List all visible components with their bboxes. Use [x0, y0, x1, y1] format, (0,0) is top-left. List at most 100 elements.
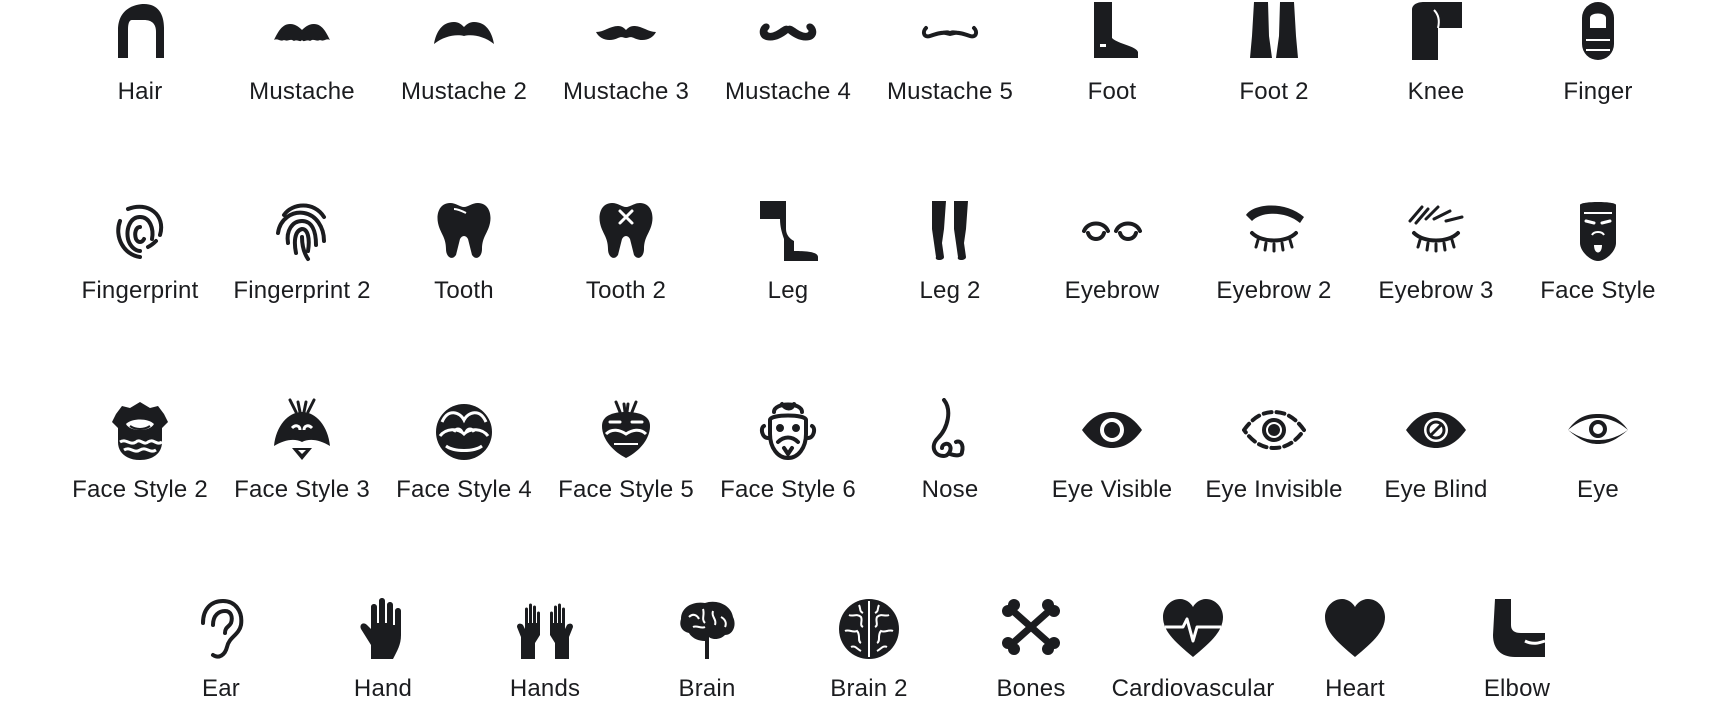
- icon-label: Foot 2: [1239, 78, 1309, 105]
- icon-tile[interactable]: Mustache 3: [546, 0, 706, 120]
- icon-label: Face Style: [1540, 277, 1656, 304]
- leg-icon: [756, 199, 820, 263]
- icon-tile[interactable]: Foot: [1032, 0, 1192, 120]
- icon-label: Eye Invisible: [1205, 476, 1343, 503]
- icon-tile[interactable]: Brain: [627, 597, 787, 717]
- icon-tile[interactable]: Mustache: [222, 0, 382, 120]
- elbow-icon: [1485, 597, 1549, 661]
- icon-row: Ear Hand Hands Brain Brain 2 Bones Cardi…: [0, 597, 1736, 717]
- mustache-3-icon: [594, 0, 658, 64]
- icon-label: Nose: [921, 476, 979, 503]
- brain-2-icon: [837, 597, 901, 661]
- icon-tile[interactable]: Eyebrow 2: [1194, 199, 1354, 319]
- icon-label: Mustache 5: [886, 78, 1014, 105]
- icon-label: Face Style 3: [234, 476, 370, 503]
- icon-tile[interactable]: Eyebrow: [1032, 199, 1192, 319]
- icon-label: Eye: [1577, 476, 1619, 503]
- icon-tile[interactable]: Face Style 2: [60, 398, 220, 518]
- icon-tile[interactable]: Leg 2: [870, 199, 1030, 319]
- hand-icon: [351, 597, 415, 661]
- cardiovascular-icon: [1161, 597, 1225, 661]
- icon-label: Brain: [678, 675, 736, 702]
- mustache-4-icon: [756, 0, 820, 64]
- icon-label: Hands: [509, 675, 581, 702]
- icon-tile[interactable]: Mustache 4: [708, 0, 868, 120]
- foot-2-icon: [1242, 0, 1306, 64]
- face-style-4-icon: [432, 398, 496, 462]
- icon-tile[interactable]: Heart: [1275, 597, 1435, 717]
- fingerprint-2-icon: [270, 199, 334, 263]
- icon-tile[interactable]: Leg: [708, 199, 868, 319]
- hands-icon: [513, 597, 577, 661]
- icon-label: Mustache 2: [400, 78, 528, 105]
- icon-tile[interactable]: Tooth: [384, 199, 544, 319]
- icon-label: Eyebrow: [1064, 277, 1160, 304]
- icon-label: Cardiovascular: [1111, 675, 1275, 702]
- icon-tile[interactable]: Nose: [870, 398, 1030, 518]
- eye-blind-icon: [1404, 398, 1468, 462]
- icon-tile[interactable]: Hands: [465, 597, 625, 717]
- leg-2-icon: [918, 199, 982, 263]
- icon-tile[interactable]: Face Style 6: [708, 398, 868, 518]
- icon-tile[interactable]: Knee: [1356, 0, 1516, 120]
- icon-tile[interactable]: Eye Invisible: [1194, 398, 1354, 518]
- eyebrow-icon: [1080, 199, 1144, 263]
- hair-icon: [108, 0, 172, 64]
- icon-label: Knee: [1407, 78, 1465, 105]
- icon-label: Eye Blind: [1384, 476, 1488, 503]
- heart-icon: [1323, 597, 1387, 661]
- bones-icon: [999, 597, 1063, 661]
- icon-tile[interactable]: Fingerprint 2: [222, 199, 382, 319]
- icon-tile[interactable]: Eye Visible: [1032, 398, 1192, 518]
- icon-tile[interactable]: Finger: [1518, 0, 1678, 120]
- icon-label: Face Style 4: [396, 476, 532, 503]
- mustache-2-icon: [432, 0, 496, 64]
- icon-tile[interactable]: Eyebrow 3: [1356, 199, 1516, 319]
- face-style-5-icon: [594, 398, 658, 462]
- icon-tile[interactable]: Face Style 3: [222, 398, 382, 518]
- eye-invisible-icon: [1242, 398, 1306, 462]
- icon-tile[interactable]: Ear: [141, 597, 301, 717]
- icon-tile[interactable]: Face Style: [1518, 199, 1678, 319]
- icon-label: Mustache 3: [562, 78, 690, 105]
- icon-label: Bones: [996, 675, 1066, 702]
- face-style-2-icon: [108, 398, 172, 462]
- tooth-icon: [432, 199, 496, 263]
- foot-icon: [1080, 0, 1144, 64]
- fingerprint-icon: [108, 199, 172, 263]
- icon-tile[interactable]: Eye Blind: [1356, 398, 1516, 518]
- icon-tile[interactable]: Fingerprint: [60, 199, 220, 319]
- icon-tile[interactable]: Foot 2: [1194, 0, 1354, 120]
- icon-tile[interactable]: Cardiovascular: [1111, 597, 1275, 717]
- icon-label: Elbow: [1483, 675, 1551, 702]
- icon-label: Face Style 5: [558, 476, 694, 503]
- nose-icon: [918, 398, 982, 462]
- eyebrow-3-icon: [1404, 199, 1468, 263]
- icon-tile[interactable]: Elbow: [1437, 597, 1597, 717]
- icon-label: Heart: [1325, 675, 1385, 702]
- icon-label: Fingerprint: [81, 277, 199, 304]
- icon-tile[interactable]: Face Style 5: [546, 398, 706, 518]
- icon-tile[interactable]: Hand: [303, 597, 463, 717]
- icon-tile[interactable]: Eye: [1518, 398, 1678, 518]
- icon-tile[interactable]: Hair: [60, 0, 220, 120]
- icon-label: Fingerprint 2: [233, 277, 371, 304]
- icon-tile[interactable]: Bones: [951, 597, 1111, 717]
- icon-label: Mustache: [249, 78, 355, 105]
- icon-label: Eyebrow 2: [1216, 277, 1332, 304]
- finger-icon: [1566, 0, 1630, 64]
- icon-label: Leg 2: [919, 277, 981, 304]
- face-style-icon: [1566, 199, 1630, 263]
- icon-label: Face Style 2: [72, 476, 208, 503]
- icon-tile[interactable]: Mustache 2: [384, 0, 544, 120]
- icon-label: Eye Visible: [1051, 476, 1173, 503]
- icon-label: Tooth 2: [585, 277, 667, 304]
- icon-label: Leg: [767, 277, 809, 304]
- icon-row: Fingerprint Fingerprint 2 Tooth Tooth 2 …: [0, 199, 1736, 319]
- icon-tile[interactable]: Mustache 5: [870, 0, 1030, 120]
- icon-label: Mustache 4: [724, 78, 852, 105]
- icon-tile[interactable]: Brain 2: [789, 597, 949, 717]
- icon-label: Hair: [117, 78, 163, 105]
- icon-tile[interactable]: Face Style 4: [384, 398, 544, 518]
- icon-tile[interactable]: Tooth 2: [546, 199, 706, 319]
